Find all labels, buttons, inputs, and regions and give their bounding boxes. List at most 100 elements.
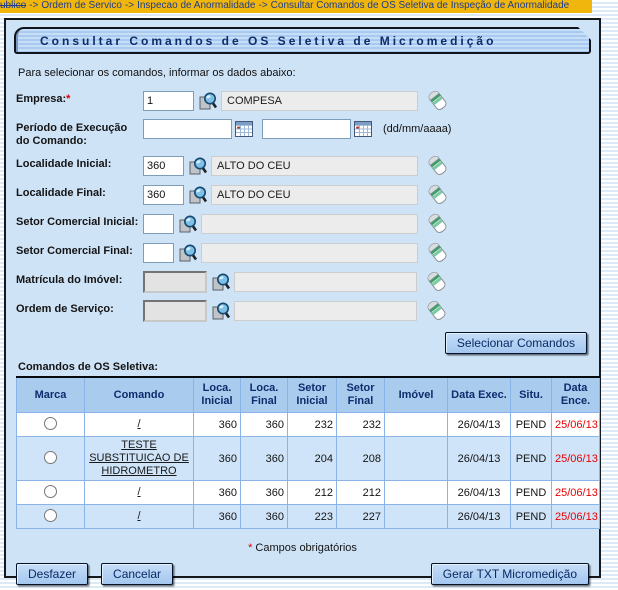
table-row: / 360 360 232 232 26/04/13 PEND 25/06/13	[17, 413, 600, 437]
table-row: / 360 360 212 212 26/04/13 PEND 25/06/13	[17, 481, 600, 505]
page-title: Consultar Comandos de OS Seletiva de Mic…	[14, 27, 591, 54]
breadcrumb-separator: ->	[29, 0, 38, 11]
localidade-inicial-eraser-icon[interactable]	[428, 155, 448, 177]
ordem-servico-label: Ordem de Serviço:	[16, 300, 143, 316]
col-header-data-ence: Data Ence.	[552, 377, 600, 413]
imovel-cell	[385, 481, 448, 505]
required-asterisk: *	[66, 93, 70, 105]
empresa-input[interactable]	[143, 91, 194, 111]
periodo-fim-input[interactable]	[262, 119, 351, 139]
col-header-loca-final: Loca. Final	[241, 377, 288, 413]
setor-final-description-field	[201, 243, 418, 263]
setor-final-label: Setor Comercial Final:	[16, 242, 143, 258]
table-row: / 360 360 223 227 26/04/13 PEND 25/06/13	[17, 505, 600, 529]
comando-link[interactable]: TESTE SUBSTITUICAO DE HIDROMETRO	[89, 439, 189, 477]
ordem-servico-description-field	[234, 301, 417, 321]
calendar-icon-fim[interactable]	[354, 121, 372, 137]
empresa-search-icon[interactable]	[197, 91, 218, 112]
col-header-data-exec: Data Exec.	[448, 377, 511, 413]
empresa-eraser-icon[interactable]	[428, 90, 448, 112]
localidade-inicial-label: Localidade Inicial:	[16, 155, 143, 171]
form-row-setor-inicial: Setor Comercial Inicial:	[16, 213, 589, 235]
localidade-final-search-icon[interactable]	[187, 185, 208, 206]
main-panel: Consultar Comandos de OS Seletiva de Mic…	[4, 18, 601, 578]
form-row-localidade-inicial: Localidade Inicial:	[16, 155, 589, 177]
data-ence-cell: 25/06/13	[552, 505, 600, 529]
breadcrumb: ublico->Ordem de Servico->Inspecao de An…	[0, 0, 592, 13]
col-header-marca: Marca	[17, 377, 85, 413]
localidade-final-eraser-icon[interactable]	[428, 184, 448, 206]
desfazer-button[interactable]: Desfazer	[16, 563, 88, 585]
empresa-description-field	[221, 91, 418, 111]
required-asterisk: *	[248, 542, 252, 554]
setor-final-search-icon[interactable]	[177, 243, 198, 264]
comando-link[interactable]: /	[137, 418, 140, 430]
setor-inicial-cell: 223	[288, 505, 337, 529]
periodo-label: Período de Execução do Comando:	[16, 119, 143, 148]
localidade-inicial-input[interactable]	[143, 156, 184, 176]
localidade-final-input[interactable]	[143, 185, 184, 205]
imovel-cell	[385, 413, 448, 437]
ordem-servico-eraser-icon[interactable]	[427, 300, 447, 322]
ordem-servico-input	[143, 300, 207, 322]
localidade-final-description-field	[211, 185, 418, 205]
data-ence-cell: 25/06/13	[552, 437, 600, 481]
ordem-servico-search-icon[interactable]	[210, 301, 231, 322]
periodo-inicio-input[interactable]	[143, 119, 232, 139]
col-header-imovel: Imóvel	[385, 377, 448, 413]
situacao-cell: PEND	[511, 505, 552, 529]
comando-link[interactable]: /	[137, 510, 140, 522]
marca-radio[interactable]	[44, 451, 57, 464]
loca-inicial-cell: 360	[194, 413, 241, 437]
col-header-loca-inicial: Loca. Inicial	[194, 377, 241, 413]
situacao-cell: PEND	[511, 413, 552, 437]
comando-link[interactable]: /	[137, 486, 140, 498]
calendar-icon-inicio[interactable]	[235, 121, 253, 137]
setor-inicial-cell: 212	[288, 481, 337, 505]
gerar-txt-micromedicao-button[interactable]: Gerar TXT Micromedição	[431, 563, 589, 585]
localidade-inicial-search-icon[interactable]	[187, 156, 208, 177]
matricula-input	[143, 271, 207, 293]
breadcrumb-link-publico[interactable]: ublico	[0, 0, 26, 11]
col-header-setor-inicial: Setor Inicial	[288, 377, 337, 413]
breadcrumb-link-ordem-de-servico[interactable]: Ordem de Servico	[41, 0, 122, 11]
loca-final-cell: 360	[241, 481, 288, 505]
form-row-periodo: Período de Execução do Comando: (dd/mm/a…	[16, 119, 589, 148]
form-row-localidade-final: Localidade Final:	[16, 184, 589, 206]
matricula-eraser-icon[interactable]	[427, 271, 447, 293]
setor-final-input[interactable]	[143, 243, 174, 263]
setor-inicial-cell: 204	[288, 437, 337, 481]
loca-inicial-cell: 360	[194, 437, 241, 481]
localidade-inicial-description-field	[211, 156, 418, 176]
setor-inicial-input[interactable]	[143, 214, 174, 234]
setor-inicial-label: Setor Comercial Inicial:	[16, 213, 143, 229]
loca-final-cell: 360	[241, 413, 288, 437]
col-header-comando: Comando	[85, 377, 194, 413]
selecionar-comandos-button[interactable]: Selecionar Comandos	[445, 332, 587, 354]
breadcrumb-current-page: Consultar Comandos de OS Seletiva de Ins…	[271, 0, 570, 11]
cancelar-button[interactable]: Cancelar	[101, 563, 173, 585]
marca-radio[interactable]	[44, 509, 57, 522]
breadcrumb-link-inspecao-anormalidade[interactable]: Inspecao de Anormalidade	[137, 0, 255, 11]
loca-inicial-cell: 360	[194, 505, 241, 529]
comandos-table: Marca Comando Loca. Inicial Loca. Final …	[16, 376, 600, 529]
col-header-setor-final: Setor Final	[337, 377, 385, 413]
marca-radio[interactable]	[44, 417, 57, 430]
date-format-hint: (dd/mm/aaaa)	[383, 123, 451, 135]
table-header-row: Marca Comando Loca. Inicial Loca. Final …	[17, 377, 600, 413]
loca-final-cell: 360	[241, 505, 288, 529]
data-exec-cell: 26/04/13	[448, 505, 511, 529]
setor-inicial-cell: 232	[288, 413, 337, 437]
setor-inicial-description-field	[201, 214, 418, 234]
empresa-label: Empresa:*	[16, 90, 143, 106]
required-fields-note: * Campos obrigatórios	[16, 542, 589, 554]
setor-inicial-eraser-icon[interactable]	[428, 213, 448, 235]
setor-inicial-search-icon[interactable]	[177, 214, 198, 235]
marca-radio[interactable]	[44, 485, 57, 498]
form-row-empresa: Empresa:*	[16, 90, 589, 112]
imovel-cell	[385, 437, 448, 481]
form-row-ordem-servico: Ordem de Serviço:	[16, 300, 589, 322]
situacao-cell: PEND	[511, 437, 552, 481]
setor-final-eraser-icon[interactable]	[428, 242, 448, 264]
matricula-search-icon[interactable]	[210, 272, 231, 293]
